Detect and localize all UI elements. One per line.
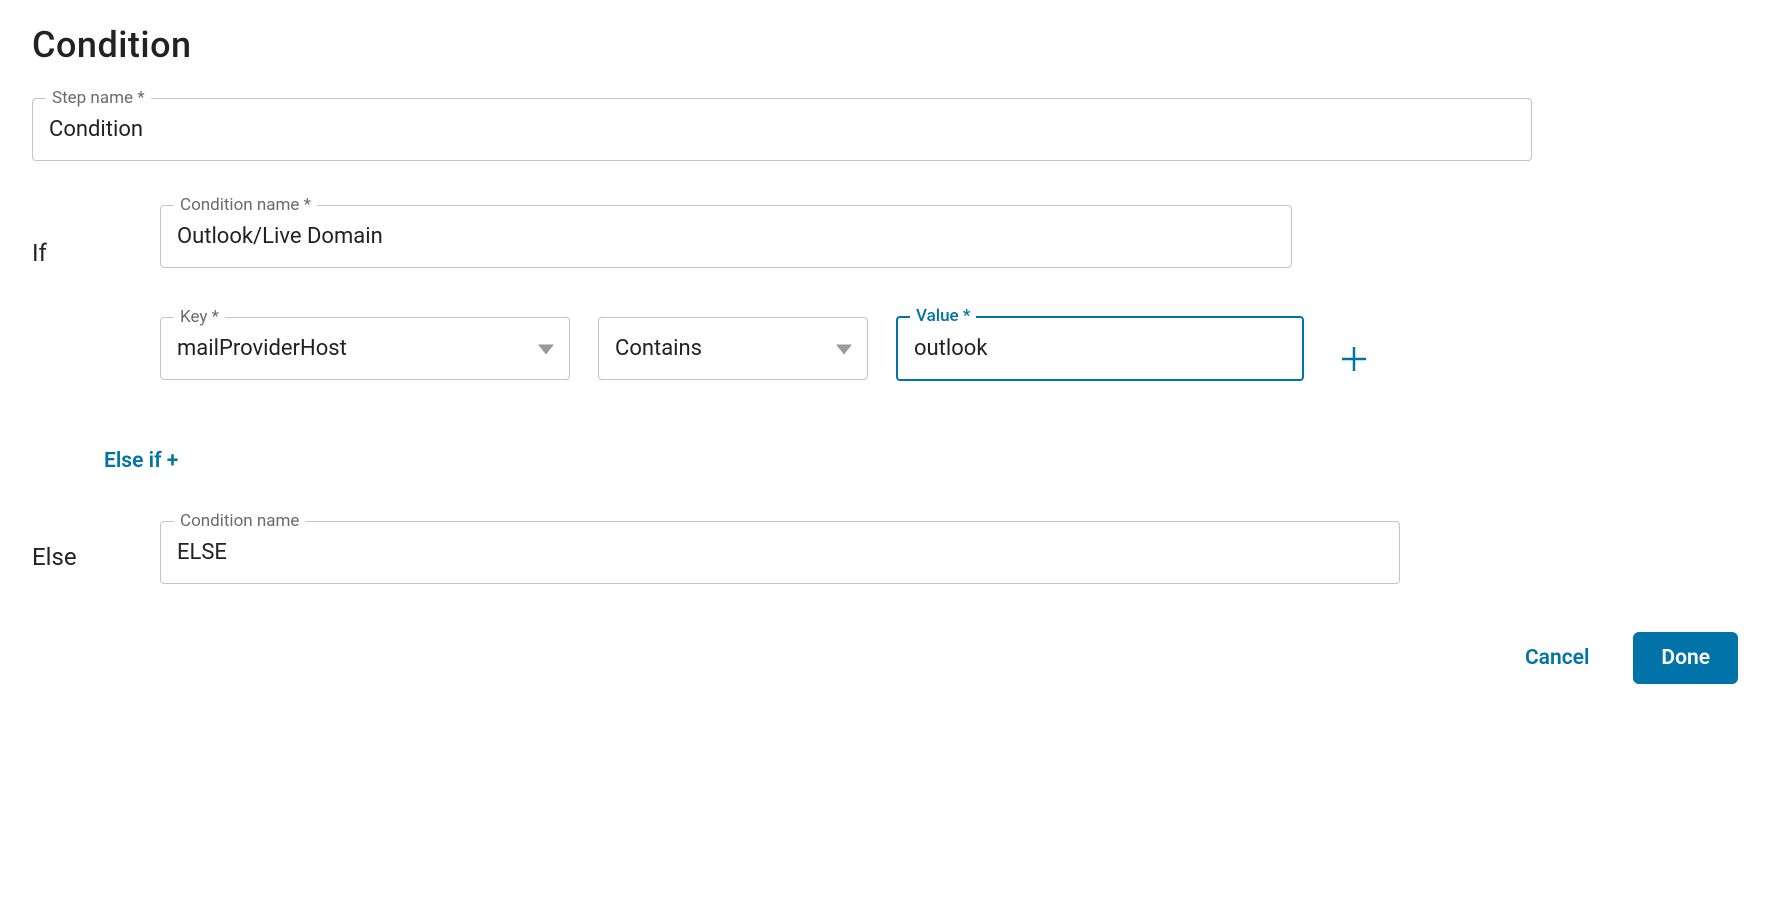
operator-select[interactable]: Contains	[598, 317, 868, 380]
elseif-section: Else if +	[104, 449, 1746, 473]
value-field: Value *	[896, 316, 1304, 381]
plus-icon	[1340, 345, 1368, 376]
step-name-field: Step name *	[32, 98, 1532, 161]
if-condition-name-input[interactable]	[160, 205, 1292, 268]
if-condition-name-field: Condition name *	[160, 205, 1292, 268]
if-row: If Condition name *	[32, 205, 1746, 292]
else-row: Else Condition name	[32, 521, 1746, 584]
key-label: Key *	[174, 307, 225, 327]
step-name-input[interactable]	[32, 98, 1532, 161]
key-field: Key * mailProviderHost	[160, 317, 570, 380]
else-condition-name-input[interactable]	[160, 521, 1400, 584]
if-label: If	[32, 231, 132, 267]
value-label: Value *	[910, 306, 976, 326]
step-name-label: Step name *	[46, 88, 151, 108]
footer: Cancel Done	[32, 632, 1746, 684]
elseif-button[interactable]: Else if +	[104, 449, 178, 473]
else-label: Else	[32, 535, 132, 571]
rule-row: Key * mailProviderHost Contains Value *	[160, 316, 1746, 405]
if-condition-name-label: Condition name *	[174, 195, 317, 215]
operator-field: Contains	[598, 317, 868, 380]
else-condition-name-label: Condition name	[174, 511, 305, 531]
cancel-button[interactable]: Cancel	[1505, 634, 1609, 682]
else-condition-name-field: Condition name	[160, 521, 1400, 584]
add-rule-button[interactable]	[1332, 337, 1376, 384]
done-button[interactable]: Done	[1633, 632, 1738, 684]
page-title: Condition	[32, 24, 1746, 66]
